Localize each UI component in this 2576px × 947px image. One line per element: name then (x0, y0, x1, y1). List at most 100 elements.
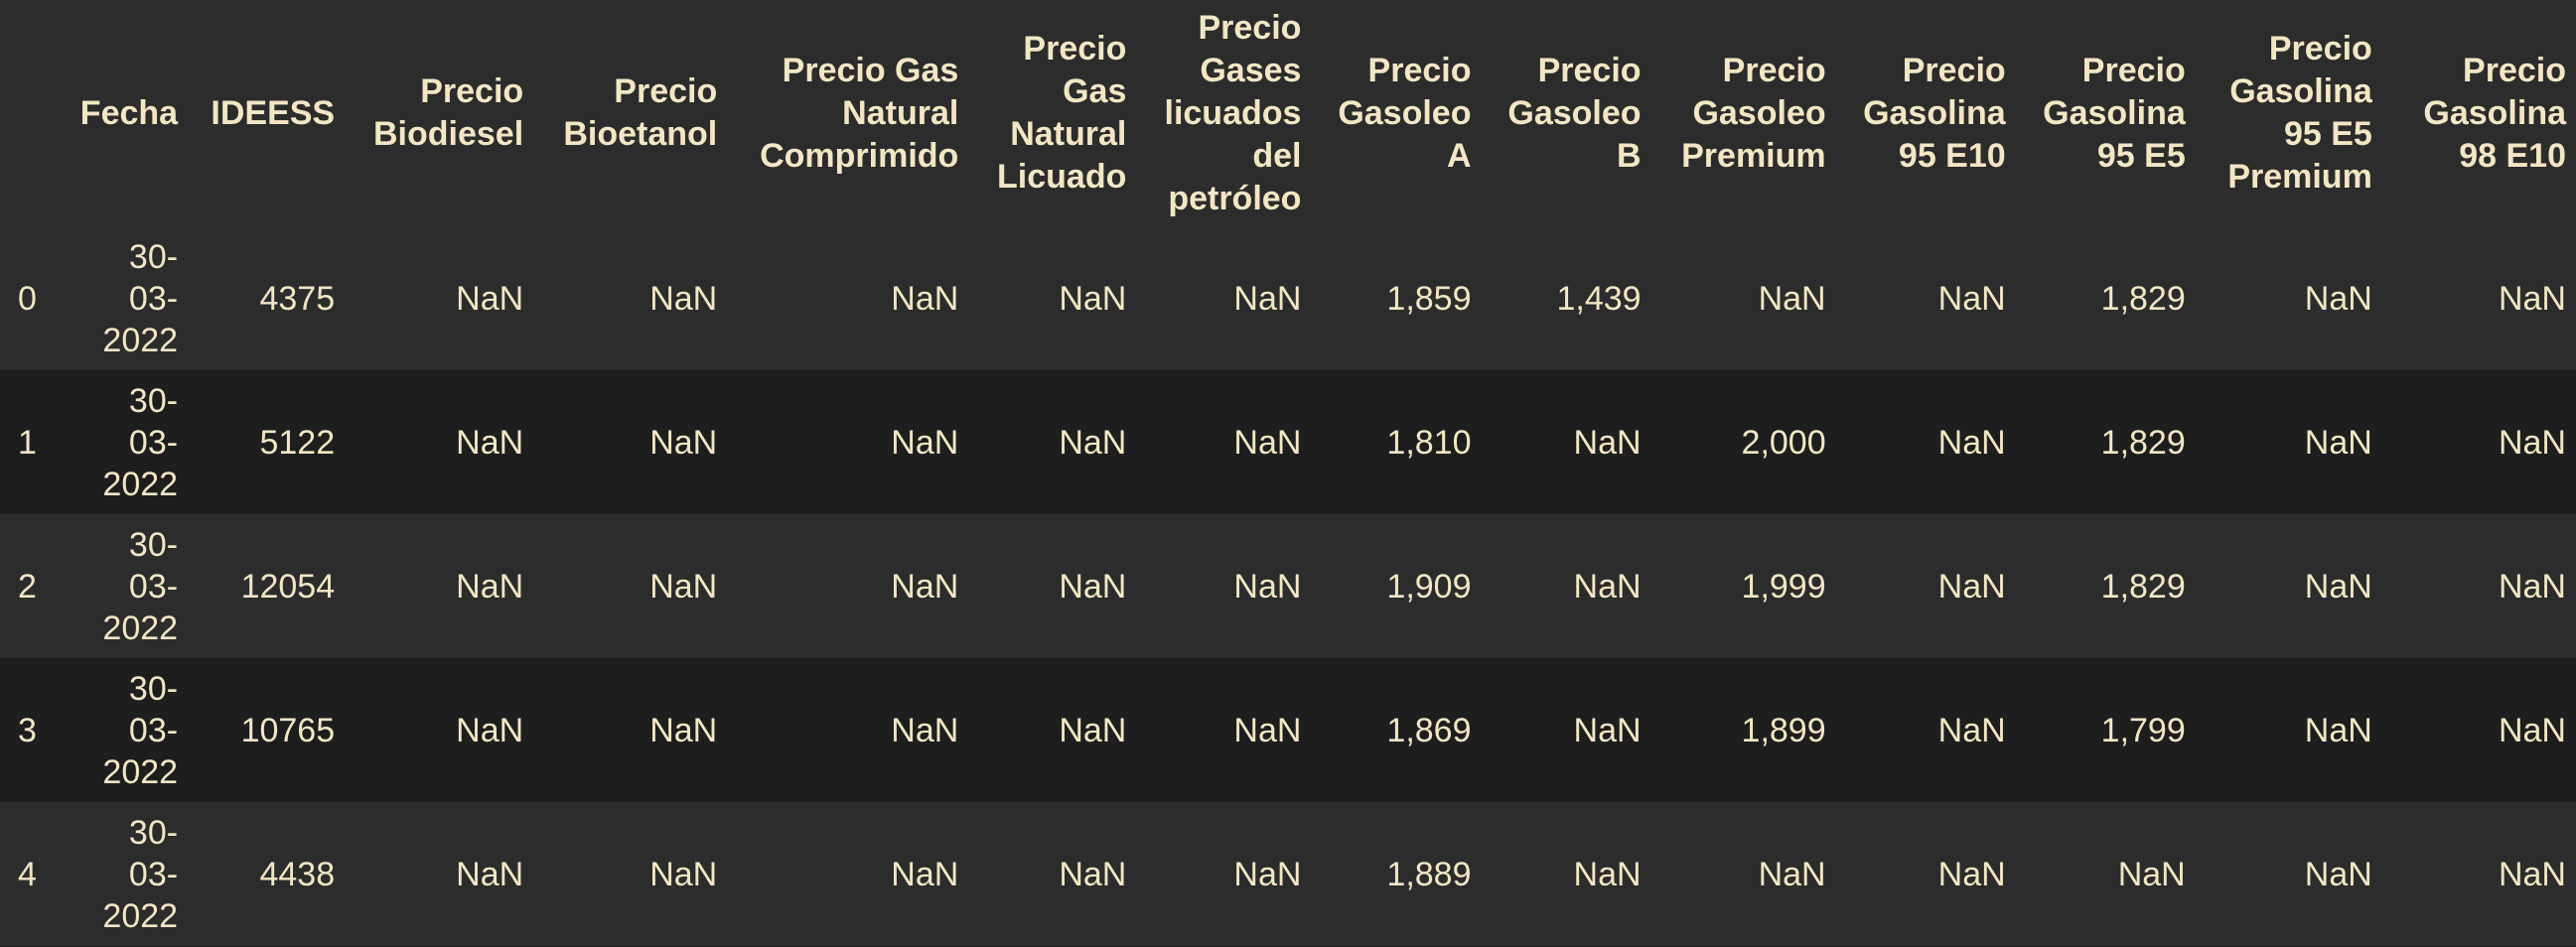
table-cell: 12054 (240, 567, 336, 606)
table-cell: NaN (891, 855, 959, 893)
table-cell: NaN (891, 711, 959, 749)
table-cell: NaN (456, 279, 524, 318)
table-cell: NaN (1233, 711, 1302, 749)
column-header-line: Precio (1023, 30, 1127, 68)
table-cell: NaN (1233, 855, 1302, 893)
table-cell: NaN (1573, 855, 1642, 893)
column-header-line: Fecha (79, 93, 179, 132)
table-cell: NaN (2304, 567, 2372, 606)
table-cell: 4438 (259, 855, 336, 893)
column-header: IDEESS (188, 0, 345, 226)
table-cell: NaN (649, 855, 718, 893)
column-header-line: Bioetanol (563, 115, 718, 153)
table-cell: NaN (2304, 423, 2372, 462)
column-header-line: Precio (2268, 30, 2372, 68)
column-header-line: IDEESS (211, 93, 336, 132)
column-header: Precio Biodiesel (345, 0, 533, 226)
column-header-line: Premium (1681, 136, 1826, 175)
fecha-line: 30- (128, 813, 179, 852)
dataframe-table: Fecha IDEESS Precio Biodiesel Precio Bioetano… (0, 0, 2576, 946)
column-header-line: Gas (1063, 72, 1127, 110)
column-header-line: Gasoleo (1338, 93, 1472, 132)
table-cell: 1,899 (1741, 711, 1826, 749)
column-header-line: licuados (1164, 93, 1302, 132)
table-cell: NaN (1233, 567, 1302, 606)
column-header-line: Precio (1198, 8, 1302, 47)
fecha-line: 30- (128, 381, 179, 420)
table-header: Fecha IDEESS Precio Biodiesel Precio Bioetano… (0, 0, 2576, 226)
table-cell: NaN (2304, 711, 2372, 749)
table-cell: NaN (1059, 855, 1127, 893)
table-cell: NaN (1937, 855, 2006, 893)
fecha-cell: 30- 03- 2022 (62, 658, 188, 802)
table-cell: 2,000 (1741, 423, 1826, 462)
header-row: Fecha IDEESS Precio Biodiesel Precio Bioetano… (0, 0, 2576, 226)
column-header: Precio Gasolina 95 E10 (1836, 0, 2016, 226)
table-cell: NaN (2304, 855, 2372, 893)
column-header: Precio Gasoleo B (1482, 0, 1651, 226)
column-header-line: Natural (1010, 115, 1127, 153)
fecha-cell: 30- 03- 2022 (62, 514, 188, 658)
table-cell: 1,829 (2100, 567, 2186, 606)
column-header-line: petróleo (1168, 179, 1302, 217)
column-header: Precio Gases licuados del petróleo (1136, 0, 1311, 226)
row-index: 0 (18, 279, 37, 318)
table-cell: NaN (649, 567, 718, 606)
fecha-line: 03- (128, 567, 179, 606)
column-header-line: B (1617, 136, 1642, 175)
table-cell: 1,439 (1556, 279, 1642, 318)
column-header-line: Gasolina (2423, 93, 2566, 132)
column-header-line: Gasoleo (1507, 93, 1642, 132)
table-cell: NaN (1937, 423, 2006, 462)
table-cell: NaN (649, 279, 718, 318)
table-cell: NaN (2498, 711, 2566, 749)
column-header-line: del (1252, 136, 1302, 175)
table-cell: 4375 (259, 279, 336, 318)
table-row: 2 30- 03- 2022 12054 NaN NaN NaN NaN NaN 1,909 NaN 1… (0, 514, 2576, 658)
table-cell: NaN (891, 423, 959, 462)
column-header: Precio Gasoleo Premium (1651, 0, 1836, 226)
table-cell: NaN (1758, 855, 1826, 893)
row-index: 4 (18, 855, 37, 893)
table-cell: NaN (2498, 855, 2566, 893)
table-cell: NaN (456, 855, 524, 893)
column-header-line: 95 E5 (2096, 136, 2186, 175)
fecha-cell: 30- 03- 2022 (62, 802, 188, 946)
fecha-line: 03- (128, 711, 179, 749)
table-cell: NaN (1059, 279, 1127, 318)
column-header-line: A (1446, 136, 1472, 175)
column-header: Precio Gas Natural Licuado (968, 0, 1136, 226)
table-cell: 1,810 (1386, 423, 1472, 462)
column-header-line: Precio (614, 72, 718, 110)
column-header-line: 95 E5 (2283, 115, 2372, 153)
table-row: 1 30- 03- 2022 5122 NaN NaN NaN NaN NaN 1,810 NaN 2,… (0, 370, 2576, 514)
column-header: Precio Gas Natural Comprimido (727, 0, 968, 226)
column-header-line: Gasolina (2229, 72, 2372, 110)
column-header: Precio Gasoleo A (1311, 0, 1481, 226)
table-row: 4 30- 03- 2022 4438 NaN NaN NaN NaN NaN 1,889 NaN Na… (0, 802, 2576, 946)
fecha-line: 2022 (102, 609, 179, 647)
table-cell: 5122 (259, 423, 336, 462)
table-cell: NaN (891, 279, 959, 318)
table-cell: NaN (1758, 279, 1826, 318)
column-header-line: Precio (1367, 51, 1472, 89)
row-index: 2 (18, 567, 37, 606)
table-cell: NaN (456, 567, 524, 606)
table-cell: NaN (456, 711, 524, 749)
column-header-line: Gases (1200, 51, 1302, 89)
table-cell: NaN (1573, 711, 1642, 749)
column-header-line: Licuado (997, 158, 1127, 196)
table-cell: NaN (1059, 567, 1127, 606)
table-cell: NaN (649, 423, 718, 462)
index-header (0, 0, 62, 226)
table-cell: NaN (1937, 279, 2006, 318)
table-cell: NaN (1573, 567, 1642, 606)
fecha-line: 2022 (102, 321, 179, 359)
column-header-line: Precio (2463, 51, 2566, 89)
table-cell: 1,829 (2100, 423, 2186, 462)
table-cell: NaN (2498, 567, 2566, 606)
table-cell: 1,829 (2100, 279, 2186, 318)
column-header-line: Precio (1537, 51, 1642, 89)
fecha-line: 30- (128, 237, 179, 276)
column-header-line: Precio (1902, 51, 2006, 89)
